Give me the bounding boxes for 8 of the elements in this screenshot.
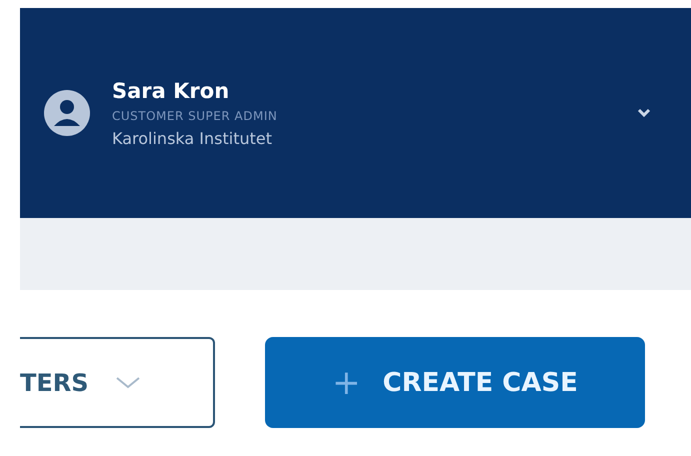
chevron-down-icon [114, 376, 141, 390]
create-case-button[interactable]: + CREATE CASE [265, 337, 645, 428]
user-avatar-icon [44, 90, 90, 136]
user-role: CUSTOMER SUPER ADMIN [112, 108, 278, 122]
user-name: Sara Kron [112, 78, 230, 102]
organization-name: Karolinska Institutet [112, 128, 273, 148]
chevron-down-icon[interactable] [637, 108, 651, 118]
filters-button[interactable]: TERS [20, 337, 215, 428]
